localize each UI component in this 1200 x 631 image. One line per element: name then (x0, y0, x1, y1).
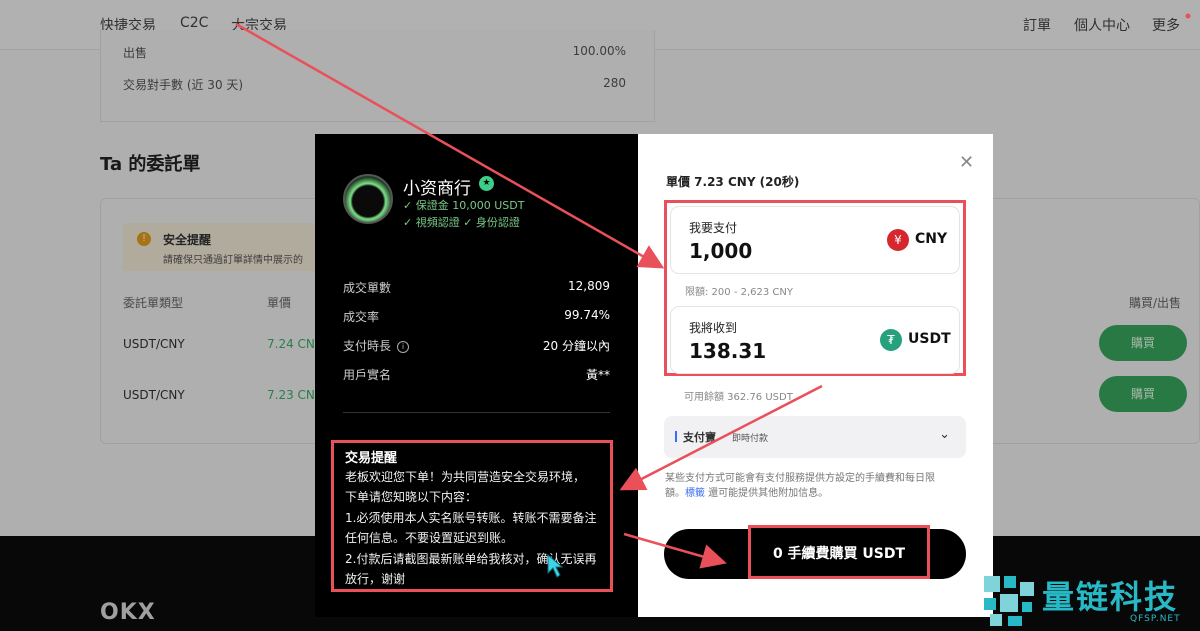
notification-dot (1185, 13, 1191, 19)
watermark-title: 量链科技 (1042, 578, 1179, 616)
watermark: 量链科技 QFSP.NET (980, 570, 1200, 631)
arrow-to-notice (619, 384, 823, 491)
watermark-logo-icon (984, 576, 1034, 626)
annotation-arrows (235, 13, 1191, 569)
watermark-sub: QFSP.NET (1130, 614, 1181, 624)
arrow-to-buy (623, 532, 727, 569)
arrow-to-amount (235, 22, 665, 269)
